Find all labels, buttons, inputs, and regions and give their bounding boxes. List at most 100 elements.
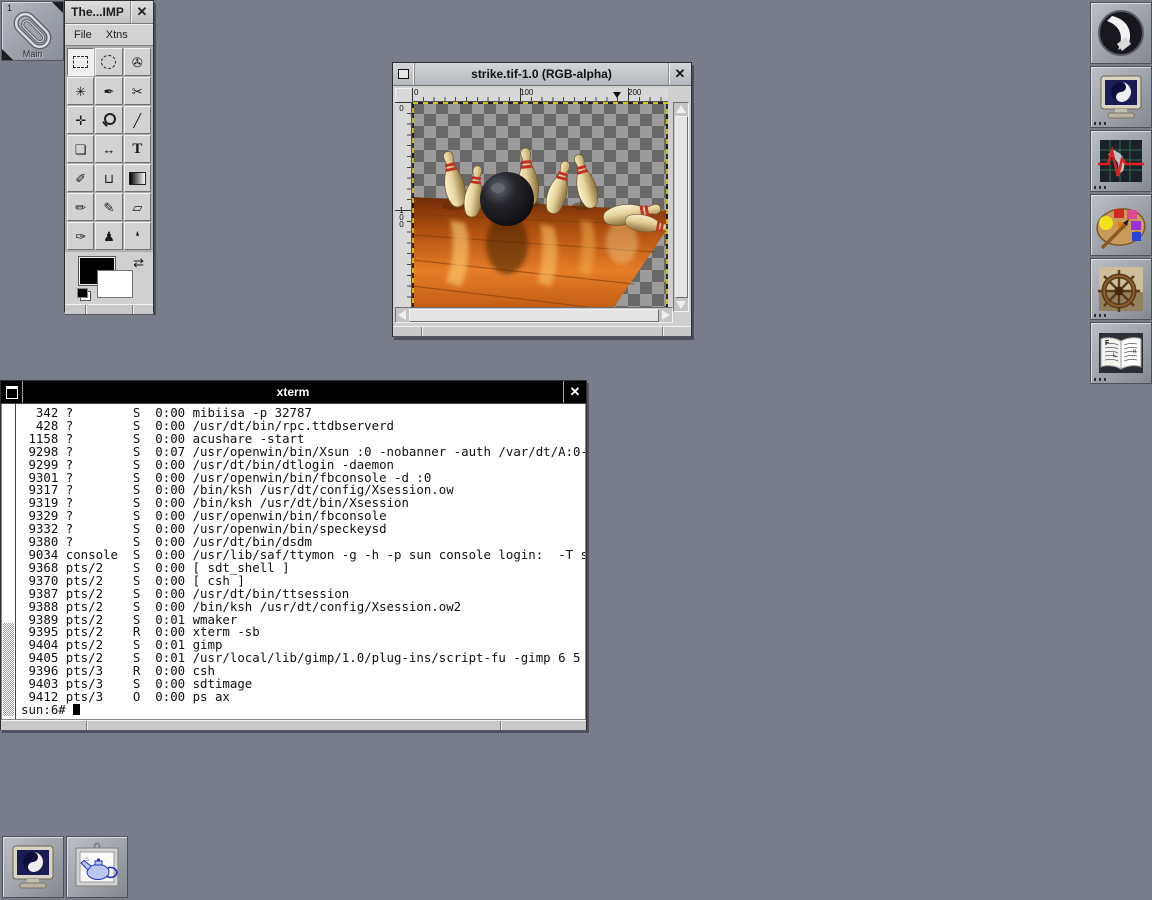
h-ruler-label: 100 xyxy=(520,88,533,97)
close-icon: ✕ xyxy=(137,4,148,20)
close-icon: ✕ xyxy=(675,66,686,82)
gimp-color-area: ⇄ xyxy=(65,252,153,304)
scroll-down-icon[interactable] xyxy=(676,301,686,309)
close-button[interactable]: ✕ xyxy=(130,1,153,23)
dock-tile-ship-wheel[interactable] xyxy=(1090,258,1152,320)
paintbrush-tool-button[interactable]: ✎ xyxy=(95,193,122,221)
dock-tile-terminal-monitor[interactable] xyxy=(1090,66,1152,128)
horizontal-scrollbar-thumb[interactable] xyxy=(409,309,659,322)
scroll-up-icon[interactable] xyxy=(676,105,686,113)
system-monitor-icon xyxy=(1091,131,1151,191)
transform-tool-button[interactable]: ❏ xyxy=(67,135,94,163)
v-ruler-label: 0 xyxy=(397,104,406,111)
clone-tool-button[interactable]: ♟ xyxy=(95,222,122,250)
vertical-ruler: 0 100 xyxy=(395,102,412,310)
image-window-resizebar[interactable] xyxy=(393,326,691,337)
dock-tile-image-viewer-teapot[interactable] xyxy=(66,836,128,898)
scroll-left-icon[interactable] xyxy=(398,310,406,320)
manual-book-icon xyxy=(1091,323,1151,383)
iscissors-icon: ✂ xyxy=(132,85,143,98)
bezier-select-icon: ✒ xyxy=(104,85,115,98)
terminal-monitor-icon xyxy=(3,837,63,897)
dock-tile-gimp-palette[interactable] xyxy=(1090,194,1152,256)
terminal-cursor xyxy=(73,704,80,715)
xterm-scrollbar-thumb[interactable] xyxy=(3,623,14,716)
dock-tile-window-maker-logo[interactable] xyxy=(1090,2,1152,64)
dock-tile-manual-book[interactable] xyxy=(1090,322,1152,384)
terminal-monitor-icon xyxy=(1091,67,1151,127)
vertical-scrollbar-thumb[interactable] xyxy=(675,116,688,298)
eraser-icon: ▱ xyxy=(132,201,142,214)
flip-tool-button[interactable]: ↔ xyxy=(95,135,122,163)
swap-colors-icon[interactable]: ⇄ xyxy=(133,255,144,271)
vertical-scrollbar[interactable] xyxy=(673,102,689,312)
close-button[interactable]: ✕ xyxy=(563,381,586,403)
text-tool-tool-button[interactable]: T xyxy=(124,135,151,163)
blend-tool-button[interactable] xyxy=(124,164,151,192)
background-color-swatch[interactable] xyxy=(97,270,133,298)
gimp-palette-icon xyxy=(1091,195,1151,255)
pencil-tool-button[interactable]: ✏ xyxy=(67,193,94,221)
move-tool-button[interactable]: ✛ xyxy=(67,106,94,134)
image-window-body: 0 100 200 0 100 xyxy=(393,86,691,326)
gimp-menubar: File Xtns xyxy=(65,24,153,46)
gimp-toolbox-titlebar[interactable]: The...IMP ✕ xyxy=(65,1,153,24)
gimp-toolbox-resizebar[interactable] xyxy=(65,304,153,315)
dock-tile-system-monitor[interactable] xyxy=(1090,130,1152,192)
menu-xtns[interactable]: Xtns xyxy=(106,29,128,41)
scroll-right-icon[interactable] xyxy=(662,310,670,320)
fuzzy-select-icon: ✳ xyxy=(75,85,86,98)
airbrush-tool-button[interactable]: ✑ xyxy=(67,222,94,250)
clip-next-workspace-arrow[interactable] xyxy=(52,2,63,13)
xterm-resizebar[interactable] xyxy=(1,720,586,731)
gimp-tool-grid: ✇ ✳ ✒ ✂ ✛ ╱ ❏ ↔ T ✐⊔✏ ✎ ▱ ✑♟❛ xyxy=(65,46,153,252)
rect-select-icon xyxy=(73,56,88,68)
transform-icon: ❏ xyxy=(75,143,87,156)
color-picker-tool-button[interactable]: ✐ xyxy=(67,164,94,192)
close-button[interactable]: ✕ xyxy=(668,63,691,85)
terminal-line: 9412 pts/3 O 0:00 ps ax xyxy=(21,691,583,704)
workspace-number: 1 xyxy=(7,3,12,13)
image-canvas-bowling-strike[interactable] xyxy=(412,102,668,310)
flip-icon: ↔ xyxy=(102,143,115,156)
xterm-window: xterm ✕ 342 ? S 0:00 mibiisa -p 32787 42… xyxy=(0,380,587,730)
blend-icon xyxy=(129,172,146,185)
ellipse-select-icon xyxy=(101,55,116,69)
bucket-fill-tool-button[interactable]: ⊔ xyxy=(95,164,122,192)
h-ruler-label: 0 xyxy=(414,88,418,97)
magnify-tool-button[interactable] xyxy=(95,106,122,134)
gimp-toolbox-title: The...IMP xyxy=(65,1,130,23)
image-window-titlebar[interactable]: strike.tif-1.0 (RGB-alpha) ✕ xyxy=(393,63,691,86)
xterm-output[interactable]: 342 ? S 0:00 mibiisa -p 32787 428 ? S 0:… xyxy=(16,404,585,719)
prompt-text: sun:6# xyxy=(21,702,73,717)
default-colors-icon[interactable] xyxy=(77,288,91,301)
horizontal-scrollbar[interactable] xyxy=(395,307,673,323)
xterm-body: 342 ? S 0:00 mibiisa -p 32787 428 ? S 0:… xyxy=(1,404,586,720)
running-indicator-dots xyxy=(1094,122,1108,125)
text-tool-icon: T xyxy=(132,142,142,157)
free-select-tool-button[interactable]: ✇ xyxy=(124,48,151,76)
workspace-clip[interactable]: 1 Main xyxy=(1,1,64,61)
convolve-tool-button[interactable]: ❛ xyxy=(124,222,151,250)
rect-select-tool-button[interactable] xyxy=(67,48,94,76)
xterm-titlebar[interactable]: xterm ✕ xyxy=(1,381,586,404)
dock-tile-terminal-monitor[interactable] xyxy=(2,836,64,898)
menu-file[interactable]: File xyxy=(74,29,92,41)
ruler-origin-button[interactable] xyxy=(395,88,413,103)
fuzzy-select-tool-button[interactable]: ✳ xyxy=(67,77,94,105)
window-menu-icon xyxy=(6,386,18,399)
window-menu-button[interactable] xyxy=(393,63,415,85)
bowling-ball xyxy=(480,172,534,226)
xterm-title: xterm xyxy=(23,381,563,403)
running-indicator-dots xyxy=(1094,186,1108,189)
crop-tool-button[interactable]: ╱ xyxy=(124,106,151,134)
eraser-tool-button[interactable]: ▱ xyxy=(124,193,151,221)
ellipse-select-tool-button[interactable] xyxy=(95,48,122,76)
xterm-scrollbar[interactable] xyxy=(2,404,16,719)
paintbrush-icon: ✎ xyxy=(104,201,115,214)
iscissors-tool-button[interactable]: ✂ xyxy=(124,77,151,105)
window-maker-logo-icon xyxy=(1091,3,1151,63)
bezier-select-tool-button[interactable]: ✒ xyxy=(95,77,122,105)
image-viewer-teapot-icon xyxy=(67,837,127,897)
window-menu-button[interactable] xyxy=(1,381,23,403)
